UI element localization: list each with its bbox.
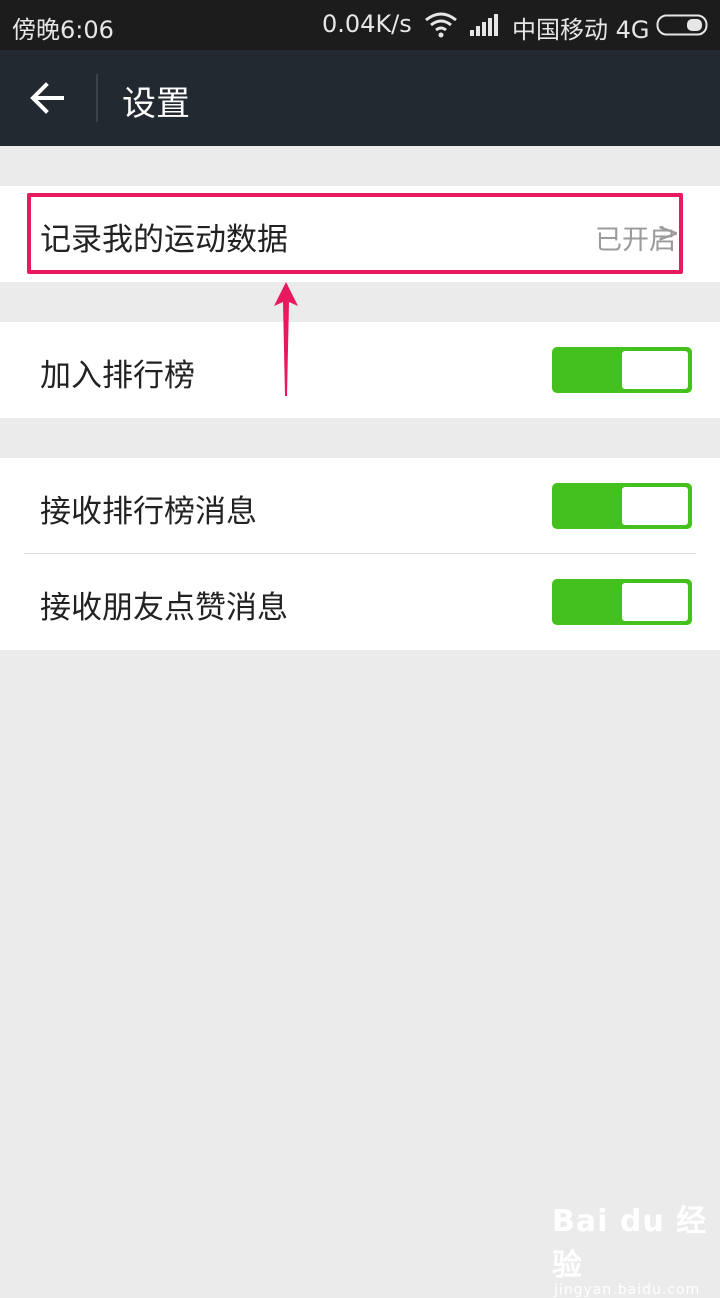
watermark-brand: Bai du 经验 (552, 1204, 708, 1283)
receive-like-msg-row: 接收朋友点赞消息 (0, 554, 720, 650)
baidu-watermark: Bai du 经验 jingyan.baidu.com (552, 1196, 720, 1298)
pointer-arrow-icon (270, 280, 302, 404)
join-ranking-row: 加入排行榜 (0, 322, 720, 418)
join-ranking-label: 加入排行榜 (40, 358, 195, 394)
receive-ranking-msg-label: 接收排行榜消息 (40, 494, 257, 530)
join-ranking-toggle[interactable] (552, 347, 692, 393)
battery-icon (656, 14, 710, 42)
settings-group-ranking: 加入排行榜 (0, 322, 720, 418)
wifi-icon (424, 12, 458, 44)
page-title: 设置 (122, 84, 190, 124)
carrier-name: 中国移动 4G (512, 16, 650, 44)
highlight-box (27, 193, 683, 274)
signal-icon (470, 14, 500, 42)
action-bar: 设置 (0, 50, 720, 146)
toggle-knob (622, 583, 688, 621)
toggle-knob (622, 351, 688, 389)
network-speed: 0.04K/s (322, 10, 412, 38)
status-time: 傍晚6:06 (12, 16, 114, 44)
receive-ranking-msg-toggle[interactable] (552, 483, 692, 529)
receive-like-msg-toggle[interactable] (552, 579, 692, 625)
receive-ranking-msg-row: 接收排行榜消息 (0, 458, 720, 554)
settings-group-messages: 接收排行榜消息 接收朋友点赞消息 (0, 458, 720, 650)
receive-like-msg-label: 接收朋友点赞消息 (40, 590, 288, 626)
header-divider (96, 74, 98, 122)
back-arrow-icon[interactable] (28, 78, 68, 118)
status-bar: 傍晚6:06 0.04K/s 中国移动 4G (0, 0, 720, 50)
watermark-url: jingyan.baidu.com (554, 1282, 701, 1298)
toggle-knob (622, 487, 688, 525)
